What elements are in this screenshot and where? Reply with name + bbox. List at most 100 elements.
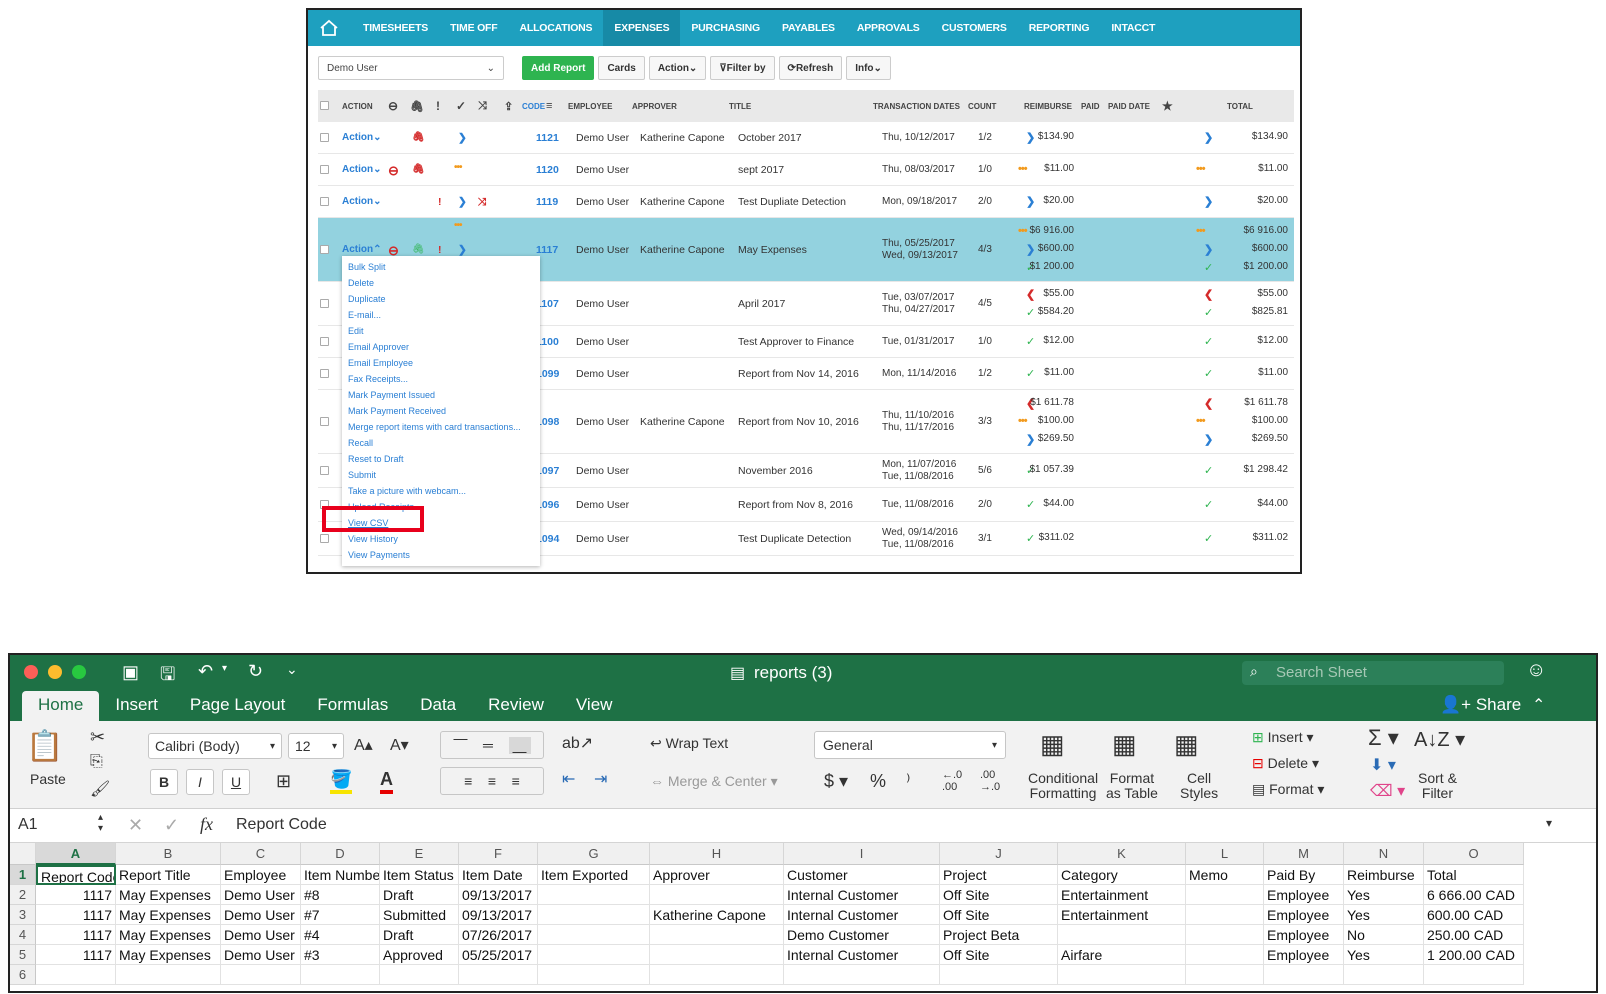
row-checkbox[interactable] xyxy=(320,299,329,308)
cell-i5[interactable]: Internal Customer xyxy=(784,945,940,965)
decrease-indent-icon[interactable]: ⇤ xyxy=(562,769,575,789)
cell-h3[interactable]: Katherine Capone xyxy=(650,905,784,925)
cell-e4[interactable]: Draft xyxy=(380,925,459,945)
row-action-link[interactable]: Action⌃ xyxy=(342,244,382,255)
table-row[interactable]: Action⌄ 1119 Demo User Katherine Capone Test… xyxy=(318,186,1294,218)
cell-e1[interactable]: Item Status xyxy=(380,865,459,885)
sort-icon[interactable]: ≡ xyxy=(546,100,552,112)
cancel-entry-icon[interactable]: ✕ xyxy=(128,815,143,836)
cell-h4[interactable] xyxy=(650,925,784,945)
cell-f6[interactable] xyxy=(459,965,538,985)
cell-l4[interactable] xyxy=(1186,925,1264,945)
borders-icon[interactable]: ⊞ xyxy=(276,771,291,792)
cell-d6[interactable] xyxy=(301,965,380,985)
cell-c4[interactable]: Demo User xyxy=(221,925,301,945)
row-action-link[interactable]: Action⌄ xyxy=(342,196,382,207)
table-row[interactable]: Action⌄ 1121 Demo User Katherine Capone Octo… xyxy=(318,122,1294,154)
chevron-down-icon[interactable]: ▾ xyxy=(222,663,227,674)
format-as-table-icon[interactable]: ▦ xyxy=(1112,729,1137,760)
cell-f4[interactable]: 07/26/2017 xyxy=(459,925,538,945)
cell-i1[interactable]: Customer xyxy=(784,865,940,885)
cell-o1[interactable]: Total xyxy=(1424,865,1524,885)
cell-i2[interactable]: Internal Customer xyxy=(784,885,940,905)
menu-item-fax-receipts[interactable]: Fax Receipts... xyxy=(342,371,540,387)
cell-k2[interactable]: Entertainment xyxy=(1058,885,1186,905)
cell-n6[interactable] xyxy=(1344,965,1424,985)
column-header-n[interactable]: N xyxy=(1344,843,1424,865)
align-right-icon[interactable]: ≡ xyxy=(512,773,520,789)
row-checkbox[interactable] xyxy=(320,245,329,254)
format-painter-icon[interactable]: 🖌 xyxy=(90,779,110,799)
cell-e3[interactable]: Submitted xyxy=(380,905,459,925)
column-header-i[interactable]: I xyxy=(784,843,940,865)
redo-icon[interactable]: ↻ xyxy=(248,661,263,682)
column-header-b[interactable]: B xyxy=(116,843,221,865)
italic-button[interactable]: I xyxy=(186,769,214,795)
row-checkbox[interactable] xyxy=(320,369,329,378)
row-checkbox[interactable] xyxy=(320,466,329,475)
underline-button[interactable]: U xyxy=(222,769,250,795)
cell-j2[interactable]: Off Site xyxy=(940,885,1058,905)
cell-k1[interactable]: Category xyxy=(1058,865,1186,885)
nav-item-customers[interactable]: CUSTOMERS xyxy=(931,10,1018,46)
tab-formulas[interactable]: Formulas xyxy=(301,691,404,721)
cell-n5[interactable]: Yes xyxy=(1344,945,1424,965)
cell-k4[interactable] xyxy=(1058,925,1186,945)
menu-item-view-payments[interactable]: View Payments xyxy=(342,547,540,563)
decrease-font-icon[interactable]: A▾ xyxy=(390,735,409,755)
decrease-decimal-icon[interactable]: .00 →.0 xyxy=(980,769,1000,793)
column-header-h[interactable]: H xyxy=(650,843,784,865)
cell-styles-label[interactable]: Cell Styles xyxy=(1180,771,1218,801)
action-button[interactable]: Action ⌄ xyxy=(648,56,707,80)
refresh-button[interactable]: ⟳ Refresh xyxy=(778,56,843,80)
column-header-g[interactable]: G xyxy=(538,843,650,865)
tab-review[interactable]: Review xyxy=(472,691,560,721)
undo-icon[interactable]: ↶ xyxy=(198,661,213,682)
cell-m4[interactable]: Employee xyxy=(1264,925,1344,945)
cell-j1[interactable]: Project xyxy=(940,865,1058,885)
menu-item-e-mail[interactable]: E-mail... xyxy=(342,307,540,323)
nav-item-reporting[interactable]: REPORTING xyxy=(1018,10,1101,46)
col-code[interactable]: CODE xyxy=(522,102,545,111)
menu-item-recall[interactable]: Recall xyxy=(342,435,540,451)
collapse-ribbon-icon[interactable]: ⌃ xyxy=(1532,695,1545,715)
row-header-3[interactable]: 3 xyxy=(10,905,36,925)
align-middle-icon[interactable]: ═ xyxy=(483,737,493,753)
cell-a2[interactable]: 1117 xyxy=(36,885,116,905)
cell-m6[interactable] xyxy=(1264,965,1344,985)
row-code[interactable]: 1120 xyxy=(536,164,559,176)
column-header-o[interactable]: O xyxy=(1424,843,1524,865)
format-cells-button[interactable]: ▤ Format ▾ xyxy=(1252,781,1324,798)
row-checkbox[interactable] xyxy=(320,337,329,346)
cell-i4[interactable]: Demo Customer xyxy=(784,925,940,945)
column-header-j[interactable]: J xyxy=(940,843,1058,865)
cell-g4[interactable] xyxy=(538,925,650,945)
cell-j4[interactable]: Project Beta xyxy=(940,925,1058,945)
cell-e6[interactable] xyxy=(380,965,459,985)
nav-item-purchasing[interactable]: PURCHASING xyxy=(680,10,771,46)
cell-f2[interactable]: 09/13/2017 xyxy=(459,885,538,905)
menu-item-mark-payment-received[interactable]: Mark Payment Received xyxy=(342,403,540,419)
save-icon[interactable]: 🖫 xyxy=(160,662,175,692)
tab-page-layout[interactable]: Page Layout xyxy=(174,691,301,721)
name-box[interactable]: A1 ▴ ▾ xyxy=(18,812,110,838)
bold-button[interactable]: B xyxy=(150,769,178,795)
cell-m1[interactable]: Paid By xyxy=(1264,865,1344,885)
search-sheet-field[interactable]: ⌕ Search Sheet xyxy=(1242,661,1504,685)
menu-item-delete[interactable]: Delete xyxy=(342,275,540,291)
cell-k5[interactable]: Airfare xyxy=(1058,945,1186,965)
cell-d3[interactable]: #7 xyxy=(301,905,380,925)
autosum-icon[interactable]: Σ ▾ xyxy=(1368,725,1399,751)
cell-n4[interactable]: No xyxy=(1344,925,1424,945)
fill-color-icon[interactable]: 🪣 xyxy=(330,769,353,794)
cell-h6[interactable] xyxy=(650,965,784,985)
nav-item-approvals[interactable]: APPROVALS xyxy=(846,10,931,46)
cell-e2[interactable]: Draft xyxy=(380,885,459,905)
paste-icon[interactable]: 📋 xyxy=(26,729,63,764)
align-bottom-icon[interactable]: ⎽ xyxy=(508,736,531,754)
menu-item-merge-report-items-with-card-transactions[interactable]: Merge report items with card transaction… xyxy=(342,419,540,435)
wrap-text-button[interactable]: ↩ Wrap Text xyxy=(650,735,728,752)
formula-input[interactable]: Report Code xyxy=(236,816,327,834)
add-report-button[interactable]: Add Report xyxy=(522,56,595,80)
cell-e5[interactable]: Approved xyxy=(380,945,459,965)
